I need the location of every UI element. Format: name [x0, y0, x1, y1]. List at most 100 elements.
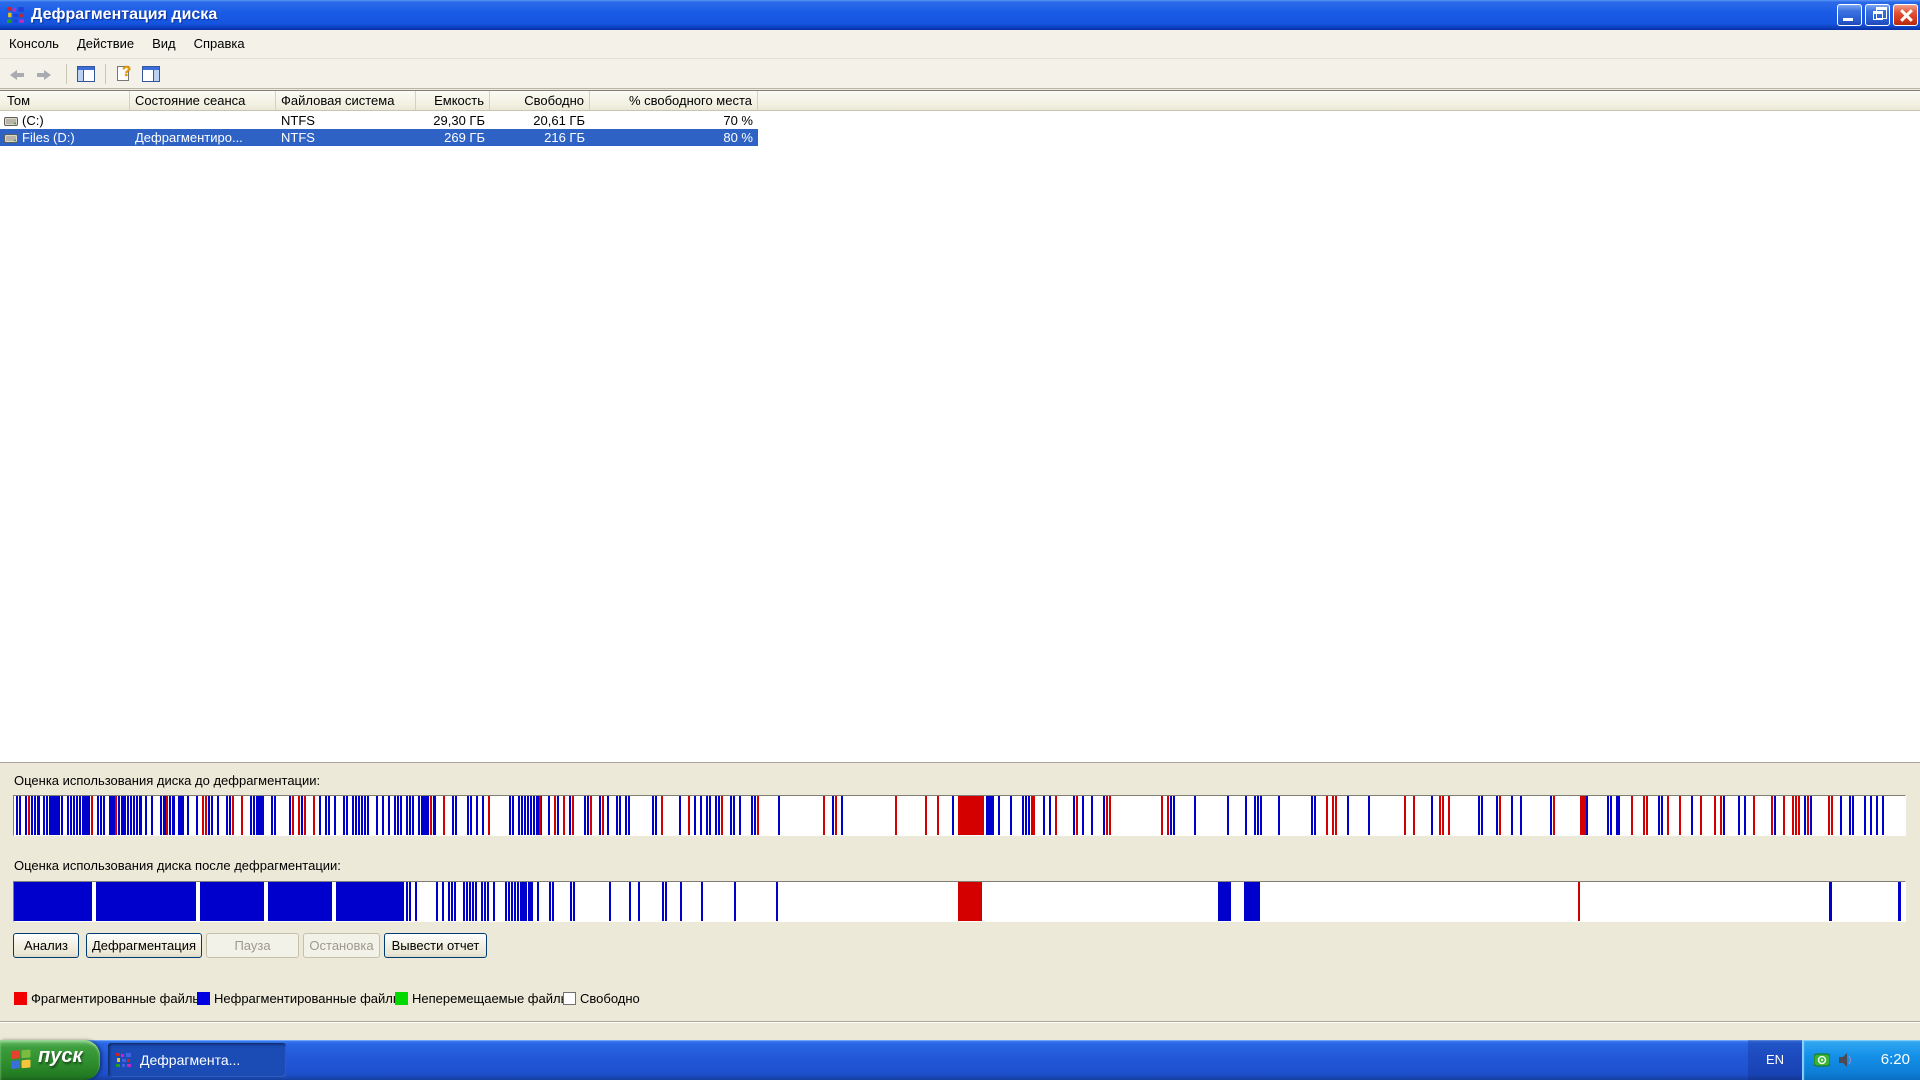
disk-usage-stripe — [1898, 882, 1901, 921]
disk-usage-stripe — [139, 796, 142, 835]
disk-usage-stripe — [530, 796, 532, 835]
disk-usage-stripe — [1161, 796, 1163, 835]
disk-usage-stripe — [628, 796, 630, 835]
language-indicator[interactable]: EN — [1748, 1040, 1802, 1080]
disk-usage-stripe — [1849, 796, 1851, 835]
column-header-session[interactable]: Состояние сеанса — [130, 91, 276, 110]
disk-usage-stripe — [958, 882, 982, 921]
close-button[interactable] — [1893, 4, 1918, 26]
disk-usage-stripe — [679, 796, 681, 835]
window-title: Дефрагментация диска — [31, 0, 217, 30]
disk-usage-stripe — [493, 882, 495, 921]
disk-usage-stripe — [70, 796, 72, 835]
disk-usage-stripe — [355, 796, 357, 835]
menu-item-3[interactable]: Справка — [185, 30, 254, 58]
menu-item-0[interactable]: Консоль — [0, 30, 68, 58]
disk-usage-stripe — [481, 882, 483, 921]
disk-usage-stripe — [1795, 796, 1797, 835]
disk-usage-stripe — [718, 796, 720, 835]
disk-usage-stripe — [1448, 796, 1450, 835]
disk-usage-stripe — [488, 796, 490, 835]
disk-usage-stripe — [19, 796, 21, 835]
table-row[interactable]: Files (D:)Дефрагментиро...NTFS269 ГБ216 … — [0, 129, 758, 146]
column-header-filesystem[interactable]: Файловая система — [276, 91, 416, 110]
disk-usage-stripe — [1578, 882, 1580, 921]
column-header-capacity[interactable]: Емкость — [416, 91, 490, 110]
disk-usage-stripe — [452, 796, 454, 835]
disk-usage-stripe — [406, 882, 408, 921]
disk-usage-stripe — [1550, 796, 1552, 835]
disk-usage-stripe — [1028, 796, 1030, 835]
drive-icon — [4, 115, 19, 127]
disk-usage-stripe — [229, 796, 231, 835]
column-header-free[interactable]: Свободно — [490, 91, 590, 110]
disk-usage-stripe — [1610, 796, 1612, 835]
back-button[interactable] — [8, 66, 28, 82]
minimize-button[interactable] — [1837, 4, 1862, 26]
column-header-volume[interactable]: Том — [2, 91, 130, 110]
disk-usage-stripe — [124, 796, 126, 835]
disk-usage-stripe — [217, 796, 219, 835]
menu-item-1[interactable]: Действие — [68, 30, 143, 58]
table-row[interactable]: (C:)NTFS29,30 ГБ20,61 ГБ70 % — [0, 112, 758, 129]
disk-usage-stripe — [616, 796, 618, 835]
legend-swatch — [563, 992, 576, 1005]
menu-item-2[interactable]: Вид — [143, 30, 185, 58]
disk-usage-stripe — [1667, 796, 1669, 835]
volume-tray-icon[interactable] — [1838, 1052, 1854, 1068]
forward-button[interactable] — [34, 66, 54, 82]
disk-usage-stripe — [430, 796, 432, 835]
disk-usage-stripe — [1804, 796, 1806, 835]
disk-usage-stripe — [328, 796, 330, 835]
disk-usage-stripe — [160, 796, 162, 835]
disk-usage-stripe — [31, 796, 33, 835]
disk-usage-stripe — [823, 796, 825, 835]
disk-usage-stripe — [1783, 796, 1785, 835]
disk-usage-stripe — [487, 882, 489, 921]
disk-usage-stripe — [208, 796, 210, 835]
show-action-pane-button[interactable] — [142, 66, 160, 82]
disk-usage-stripe — [454, 882, 456, 921]
disk-usage-stripe — [200, 882, 264, 921]
menu-bar: КонсольДействиеВидСправка — [0, 30, 1920, 59]
button-view-report[interactable]: Вывести отчет — [384, 933, 487, 958]
restore-button[interactable] — [1865, 4, 1890, 26]
disk-usage-stripe — [289, 796, 291, 835]
disk-usage-stripe — [1368, 796, 1370, 835]
show-console-tree-button[interactable] — [77, 66, 95, 82]
minimize-icon — [1843, 18, 1853, 21]
nvidia-tray-icon[interactable] — [1814, 1052, 1830, 1068]
disk-usage-stripe — [58, 796, 60, 835]
disk-usage-stripe — [517, 882, 519, 921]
button-analyze[interactable]: Анализ — [13, 933, 79, 958]
taskbar-task-defrag[interactable]: Дефрагмента... — [108, 1043, 286, 1077]
disk-usage-stripe — [1658, 796, 1660, 835]
disk-usage-stripe — [751, 796, 753, 835]
disk-usage-stripe — [832, 796, 834, 835]
disk-usage-stripe — [1278, 796, 1280, 835]
disk-usage-stripe — [754, 796, 756, 835]
disk-usage-stripe — [652, 796, 654, 835]
defrag-task-icon — [116, 1052, 132, 1068]
disk-usage-stripe — [992, 796, 994, 835]
disk-usage-stripe — [508, 882, 510, 921]
disk-usage-stripe — [96, 882, 196, 921]
disk-usage-stripe — [1661, 796, 1663, 835]
column-header-free_pct[interactable]: % свободного места — [590, 91, 758, 110]
disk-usage-stripe — [512, 796, 514, 835]
disk-usage-stripe — [1714, 796, 1716, 835]
disk-usage-stripe — [394, 796, 396, 835]
disk-usage-stripe — [1723, 796, 1725, 835]
start-button[interactable]: пуск — [0, 1040, 100, 1080]
help-button[interactable]: ? — [116, 66, 134, 82]
disk-usage-stripe — [1043, 796, 1045, 835]
button-defragment[interactable]: Дефрагментация — [86, 933, 202, 958]
disk-usage-stripe — [715, 796, 717, 835]
disk-usage-stripe — [304, 796, 306, 835]
disk-usage-stripe — [484, 882, 486, 921]
disk-usage-stripe — [1691, 796, 1693, 835]
disk-usage-stripe — [557, 796, 559, 835]
disk-usage-stripe — [1829, 882, 1832, 921]
disk-usage-stripe — [599, 796, 601, 835]
disk-usage-stripe — [1643, 796, 1645, 835]
